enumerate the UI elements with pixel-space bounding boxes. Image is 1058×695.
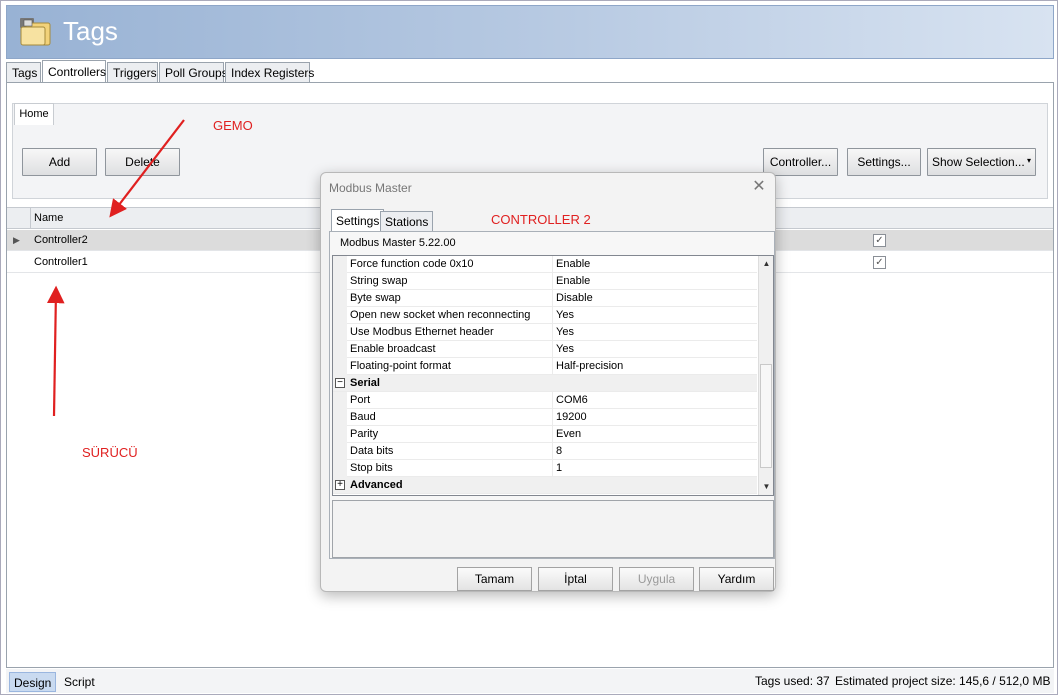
version-label: Modbus Master 5.22.00 [340,237,456,249]
ribbon-tab-home[interactable]: Home [14,103,54,125]
cancel-button[interactable]: İptal [538,567,613,591]
property-row[interactable]: Parity Even [333,426,757,443]
property-row[interactable]: Enable broadcast Yes [333,341,757,358]
property-name: Parity [350,428,379,440]
property-grid: Force function code 0x10 Enable String sw… [332,255,774,496]
collapse-icon[interactable]: − [335,378,345,388]
property-name: Data bits [350,445,394,457]
apply-button[interactable]: Uygula [619,567,694,591]
row-checkbox[interactable]: ✓ [873,234,886,247]
settings-panel: Modbus Master 5.22.00 Force function cod… [329,231,775,559]
property-name: Port [350,394,371,406]
folder-tags-icon [20,18,51,46]
property-row[interactable]: Floating-point format Half-precision [333,358,757,375]
description-pane [332,500,774,558]
property-row[interactable]: Open new socket when reconnecting Yes [333,307,757,324]
property-row[interactable]: Port COM6 [333,392,757,409]
property-row[interactable]: Use Modbus Ethernet header Yes [333,324,757,341]
property-row[interactable]: Force function code 0x10 Enable [333,256,757,273]
category-serial[interactable]: − Serial [333,375,757,392]
annotation-gemo: GEMO [213,118,253,133]
ok-button[interactable]: Tamam [457,567,532,591]
property-value[interactable]: Enable [556,258,590,270]
category-advanced[interactable]: + Advanced [333,477,757,494]
property-value[interactable]: 8 [556,445,562,457]
property-row[interactable]: String swap Enable [333,273,757,290]
help-button[interactable]: Yardım [699,567,774,591]
property-value[interactable]: 1 [556,462,562,474]
close-icon[interactable]: ✕ [751,176,767,196]
delete-button[interactable]: Delete [105,148,180,176]
annotation-controller2: CONTROLLER 2 [491,212,591,227]
property-value[interactable]: Disable [556,292,593,304]
property-value[interactable]: Half-precision [556,360,623,372]
property-name: Baud [350,411,376,423]
tab-design[interactable]: Design [9,672,57,692]
modbus-master-dialog: Modbus Master ✕ CONTROLLER 2 Settings St… [320,172,776,592]
property-name: Force function code 0x10 [350,258,474,270]
property-row[interactable]: Baud 19200 [333,409,757,426]
property-value[interactable]: COM6 [556,394,588,406]
tab-stations[interactable]: Stations [380,211,434,232]
property-row[interactable]: Byte swap Disable [333,290,757,307]
tab-triggers[interactable]: Triggers [107,62,158,83]
column-name-header[interactable]: Name [34,212,63,224]
row-pointer-icon: ▶ [13,235,20,245]
property-name: Floating-point format [350,360,451,372]
status-bar: Design Script Tags used: 37 Estimated pr… [6,669,1054,693]
tab-script[interactable]: Script [60,672,99,692]
window-header: Tags [6,5,1054,59]
property-name: Use Modbus Ethernet header [350,326,494,338]
property-name: String swap [350,275,408,287]
tab-tags[interactable]: Tags [6,62,41,83]
tab-poll-groups[interactable]: Poll Groups [159,62,228,83]
tab-settings[interactable]: Settings [331,209,385,232]
property-value[interactable]: Enable [556,275,590,287]
property-value[interactable]: Yes [556,343,574,355]
property-value[interactable]: Yes [556,326,574,338]
settings-button[interactable]: Settings... [847,148,921,176]
controller-button[interactable]: Controller... [763,148,838,176]
expand-icon[interactable]: + [335,480,345,490]
scroll-down-icon[interactable]: ▼ [759,480,773,494]
chevron-down-icon: ▾ [1026,156,1031,165]
property-name: Byte swap [350,292,401,304]
row-selector-header [7,208,31,229]
property-value[interactable]: 19200 [556,411,587,423]
project-size-text: Estimated project size: 145,6 / 512,0 MB [835,674,1051,688]
scroll-thumb[interactable] [760,364,772,468]
dialog-title: Modbus Master [329,181,412,195]
property-name: Stop bits [350,462,393,474]
row-name: Controller1 [34,256,88,268]
page-title: Tags [63,16,118,46]
property-row[interactable]: Data bits 8 [333,443,757,460]
property-value[interactable]: Yes [556,309,574,321]
property-value[interactable]: Even [556,428,581,440]
scroll-up-icon[interactable]: ▲ [759,257,773,271]
property-name: Enable broadcast [350,343,436,355]
show-selection-label: Show Selection... [932,155,1025,169]
tags-used-text: Tags used: 37 [755,674,830,688]
show-selection-button[interactable]: Show Selection... ▾ [927,148,1036,176]
property-name: Open new socket when reconnecting [350,309,531,321]
property-row[interactable]: Stop bits 1 [333,460,757,477]
category-label: Serial [350,377,380,389]
category-label: Advanced [350,479,403,491]
row-name: Controller2 [34,234,88,246]
annotation-surucu: SÜRÜCÜ [82,445,138,460]
vertical-scrollbar[interactable]: ▲ ▼ [758,256,773,495]
add-button[interactable]: Add [22,148,97,176]
tab-index-registers[interactable]: Index Registers [225,62,314,83]
tab-controllers[interactable]: Controllers [42,60,106,83]
row-checkbox[interactable]: ✓ [873,256,886,269]
